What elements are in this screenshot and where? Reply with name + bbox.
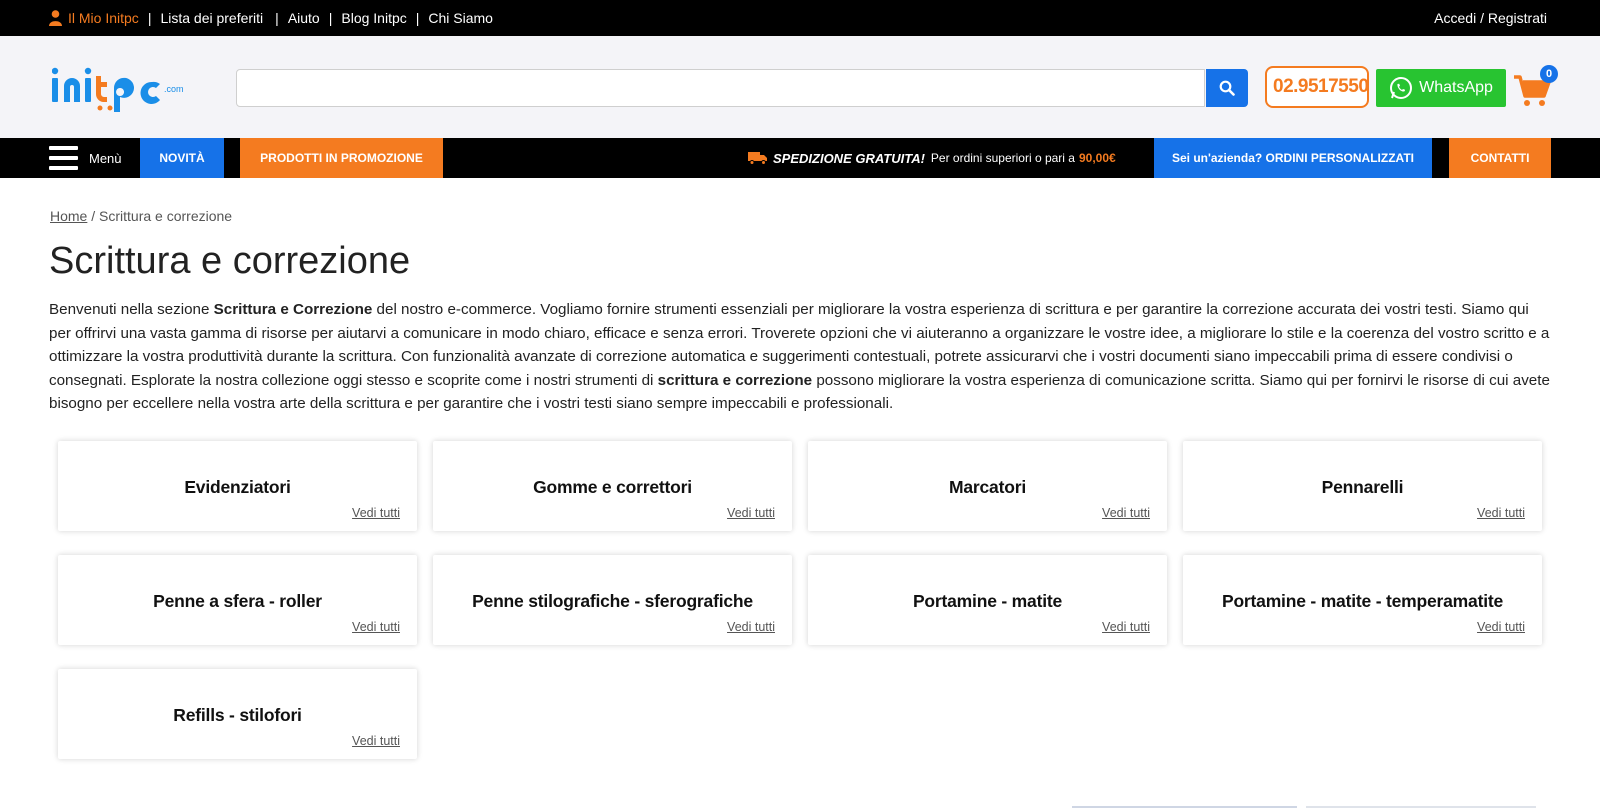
- separator: |: [275, 10, 279, 26]
- category-card[interactable]: Pennarelli Vedi tutti: [1183, 441, 1542, 531]
- category-name: Gomme e correttori: [533, 477, 692, 497]
- separator: |: [147, 10, 152, 26]
- user-icon: [49, 10, 62, 26]
- category-name: Evidenziatori: [184, 477, 291, 497]
- see-all-link[interactable]: Vedi tutti: [352, 506, 400, 520]
- truck-icon: [748, 152, 767, 165]
- help-link[interactable]: Aiuto: [288, 10, 320, 26]
- category-name: Marcatori: [949, 477, 1026, 497]
- shipping-text: Per ordini superiori o pari a: [930, 151, 1075, 165]
- separator: |: [328, 10, 333, 26]
- main-nav: Menù NOVITÀ PRODOTTI IN PROMOZIONE SPEDI…: [0, 138, 1600, 178]
- menu-toggle[interactable]: Menù: [49, 138, 122, 178]
- category-card[interactable]: Penne a sfera - roller Vedi tutti: [58, 555, 417, 645]
- see-all-link[interactable]: Vedi tutti: [352, 620, 400, 634]
- top-bar: Il Mio Initpc | Lista dei preferiti | Ai…: [0, 0, 1600, 36]
- see-all-link[interactable]: Vedi tutti: [1477, 506, 1525, 520]
- see-all-link[interactable]: Vedi tutti: [1102, 506, 1150, 520]
- my-account-label: Il Mio Initpc: [68, 10, 139, 26]
- breadcrumb-current: Scrittura e correzione: [99, 208, 233, 224]
- news-button[interactable]: NOVITÀ: [140, 138, 224, 178]
- business-orders-button[interactable]: Sei un'azienda? ORDINI PERSONALIZZATI: [1154, 138, 1432, 178]
- wishlist-link[interactable]: Lista dei preferiti: [160, 10, 263, 26]
- whatsapp-label: WhatsApp: [1419, 79, 1493, 96]
- search-button[interactable]: [1206, 69, 1248, 107]
- category-card[interactable]: Penne stilografiche - sferografiche Vedi…: [433, 555, 792, 645]
- free-shipping-banner: SPEDIZIONE GRATUITA! Per ordini superior…: [748, 138, 1116, 178]
- category-name: Penne stilografiche - sferografiche: [472, 591, 753, 611]
- intro-text: Benvenuti nella sezione: [49, 301, 214, 318]
- category-card[interactable]: Refills - stilofori Vedi tutti: [58, 669, 417, 759]
- category-card[interactable]: Gomme e correttori Vedi tutti: [433, 441, 792, 531]
- about-link[interactable]: Chi Siamo: [428, 10, 493, 26]
- see-all-link[interactable]: Vedi tutti: [1102, 620, 1150, 634]
- breadcrumb-separator: /: [87, 208, 100, 224]
- category-name: Portamine - matite - temperamatite: [1221, 591, 1504, 611]
- initpc-logo[interactable]: .com: [52, 66, 222, 112]
- category-name: Penne a sfera - roller: [153, 591, 322, 611]
- contacts-button[interactable]: CONTATTI: [1449, 138, 1551, 178]
- see-all-link[interactable]: Vedi tutti: [727, 620, 775, 634]
- svg-text:.com: .com: [164, 84, 184, 94]
- site-header: .com 02.9517550 WhatsApp 0: [0, 36, 1600, 138]
- separator: |: [415, 10, 420, 26]
- my-account-link[interactable]: Il Mio Initpc: [49, 10, 139, 26]
- category-card[interactable]: Evidenziatori Vedi tutti: [58, 441, 417, 531]
- cart-count-badge: 0: [1540, 65, 1558, 83]
- category-name: Refills - stilofori: [173, 705, 302, 725]
- phone-number: 02.9517550: [1273, 76, 1369, 97]
- category-name: Portamine - matite: [912, 591, 1063, 611]
- see-all-link[interactable]: Vedi tutti: [352, 734, 400, 748]
- see-all-link[interactable]: Vedi tutti: [727, 506, 775, 520]
- menu-label: Menù: [89, 150, 122, 166]
- intro-bold: Scrittura e Correzione: [213, 301, 373, 318]
- page-title: Scrittura e correzione: [49, 240, 411, 282]
- top-links: Il Mio Initpc | Lista dei preferiti | Ai…: [49, 0, 493, 36]
- search-input[interactable]: [236, 69, 1205, 107]
- shipping-threshold: 90,00€: [1078, 151, 1116, 165]
- phone-contact[interactable]: 02.9517550: [1265, 66, 1369, 108]
- intro-bold: scrittura e correzione: [657, 371, 813, 389]
- see-all-link[interactable]: Vedi tutti: [1477, 620, 1525, 634]
- whatsapp-icon: [1390, 77, 1413, 99]
- category-description: Benvenuti nella sezione Scrittura e Corr…: [49, 298, 1554, 416]
- whatsapp-button[interactable]: WhatsApp: [1376, 69, 1506, 107]
- hamburger-icon: [49, 146, 78, 170]
- category-card[interactable]: Portamine - matite - temperamatite Vedi …: [1183, 555, 1542, 645]
- category-name: Pennarelli: [1321, 477, 1404, 497]
- category-card[interactable]: Marcatori Vedi tutti: [808, 441, 1167, 531]
- search-icon: [1219, 80, 1235, 96]
- account-area: Accedi / Registrati: [1434, 0, 1547, 36]
- breadcrumb-home[interactable]: Home: [50, 208, 87, 224]
- promotions-button[interactable]: PRODOTTI IN PROMOZIONE: [240, 138, 443, 178]
- cart-button[interactable]: 0: [1514, 65, 1558, 108]
- login-register-link[interactable]: Accedi / Registrati: [1434, 10, 1547, 26]
- blog-link[interactable]: Blog Initpc: [341, 10, 406, 26]
- breadcrumb: Home / Scrittura e correzione: [50, 208, 232, 224]
- category-card[interactable]: Portamine - matite Vedi tutti: [808, 555, 1167, 645]
- shipping-title: SPEDIZIONE GRATUITA!: [773, 150, 925, 166]
